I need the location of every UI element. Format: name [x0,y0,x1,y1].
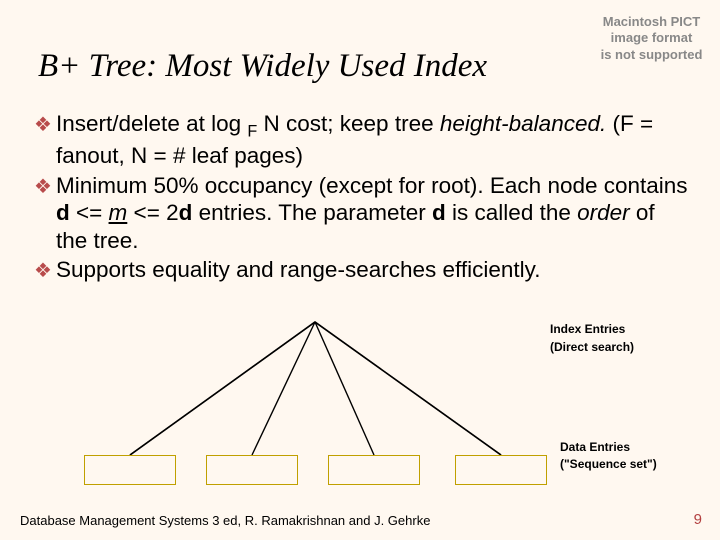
pict-line3: is not supported [601,47,703,62]
b2-mid2: <= 2 [127,200,178,225]
bullet-2-text: Minimum 50% occupancy (except for root).… [56,172,690,254]
bullet-3: ❖ Supports equality and range-searches e… [30,256,690,283]
bullet-3-text: Supports equality and range-searches eff… [56,256,690,283]
leaf-node [455,455,547,485]
bullet-mark-icon: ❖ [30,110,56,137]
label-direct-search: (Direct search) [550,340,690,355]
b1-ital: height-balanced. [440,111,606,136]
label-sequence-set: ("Sequence set") [560,457,690,472]
pict-line1: Macintosh PICT [603,14,701,29]
b1-pre: Insert/delete at log [56,111,247,136]
b2-order: order [577,200,630,225]
slide-title: B+ Tree: Most Widely Used Index [38,48,487,85]
label-data-entries: Data Entries [560,440,690,455]
b2-mid1: <= [70,200,109,225]
leaf-node [84,455,176,485]
pict-placeholder: Macintosh PICT image format is not suppo… [589,14,714,63]
pict-line2: image format [611,30,693,45]
b2-mid4: is called the [446,200,577,225]
bullet-mark-icon: ❖ [30,256,56,283]
b1-sub: F [247,123,257,141]
leaf-node [206,455,298,485]
bullet-1: ❖ Insert/delete at log F N cost; keep tr… [30,110,690,170]
label-index-entries: Index Entries [550,322,690,337]
b2-d2: d [179,200,193,225]
page-number: 9 [694,511,702,528]
footer-citation: Database Management Systems 3 ed, R. Ram… [20,513,430,528]
tree-diagram: Index Entries (Direct search) Data Entri… [30,310,690,500]
b2-m: m [109,200,128,225]
bullet-mark-icon: ❖ [30,172,56,199]
bullet-1-text: Insert/delete at log F N cost; keep tree… [56,110,690,170]
b2-pre: Minimum 50% occupancy (except for root).… [56,173,688,198]
leaf-node [328,455,420,485]
b2-d1: d [56,200,70,225]
b2-mid3: entries. The parameter [192,200,432,225]
b1-mid: N cost; keep tree [257,111,440,136]
bullet-2: ❖ Minimum 50% occupancy (except for root… [30,172,690,254]
slide: Macintosh PICT image format is not suppo… [0,0,720,540]
b2-d3: d [432,200,446,225]
bullet-list: ❖ Insert/delete at log F N cost; keep tr… [30,110,690,285]
